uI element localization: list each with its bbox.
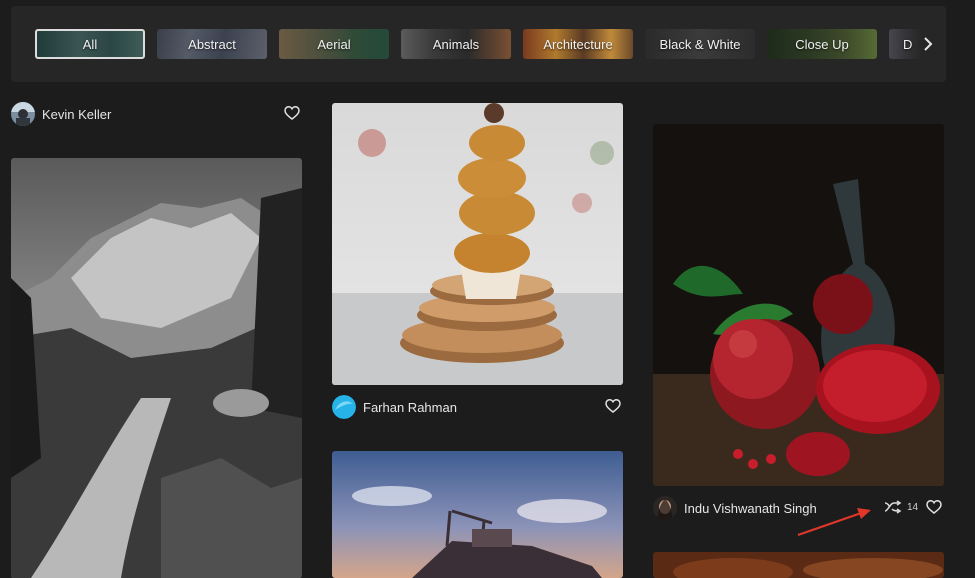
post-author[interactable]: Kevin Keller — [11, 102, 111, 126]
filter-chip-label: Close Up — [795, 36, 849, 52]
photo-mountain-bw[interactable] — [11, 158, 302, 578]
filter-chip-abstract[interactable]: Abstract — [157, 29, 267, 59]
post-author[interactable]: Indu Vishwanath Singh — [653, 496, 817, 520]
filter-chip-label: Aerial — [317, 36, 351, 52]
filter-chip-all[interactable]: All — [35, 29, 145, 59]
category-filter-bar: All Abstract Aerial Animals Architecture… — [11, 6, 946, 82]
share-count[interactable]: 14 — [884, 500, 918, 514]
annotation-arrow — [795, 505, 875, 540]
chevron-right-icon[interactable] — [916, 32, 940, 56]
filter-chip-label: Animals — [432, 36, 480, 52]
filter-chip-label: Architecture — [543, 36, 613, 52]
heart-icon[interactable] — [926, 499, 942, 515]
filter-chip-black-white[interactable]: Black & White — [645, 29, 755, 59]
filter-chip-label: All — [82, 36, 98, 52]
filter-chip-label: D — [903, 36, 913, 52]
heart-icon[interactable] — [605, 398, 621, 414]
filter-chip-close-up[interactable]: Close Up — [767, 29, 877, 59]
filter-chip-architecture[interactable]: Architecture — [523, 29, 633, 59]
filter-chip-aerial[interactable]: Aerial — [279, 29, 389, 59]
photo-stacked-muffins[interactable] — [332, 103, 623, 385]
share-icon — [884, 500, 902, 514]
avatar[interactable] — [332, 395, 356, 419]
heart-icon[interactable] — [284, 105, 300, 121]
filter-chip-label: Black & White — [659, 36, 741, 52]
filter-chip-label: Abstract — [188, 36, 236, 52]
avatar[interactable] — [11, 102, 35, 126]
photo-partial-bottom[interactable] — [653, 552, 944, 578]
avatar[interactable] — [653, 496, 677, 520]
photo-pomegranate[interactable] — [653, 124, 944, 486]
author-name: Farhan Rahman — [363, 399, 457, 415]
author-name: Kevin Keller — [42, 106, 112, 122]
post-author[interactable]: Farhan Rahman — [332, 395, 457, 419]
filter-chip-animals[interactable]: Animals — [401, 29, 511, 59]
photo-shipwreck[interactable] — [332, 451, 623, 578]
share-count-value: 14 — [907, 501, 919, 513]
